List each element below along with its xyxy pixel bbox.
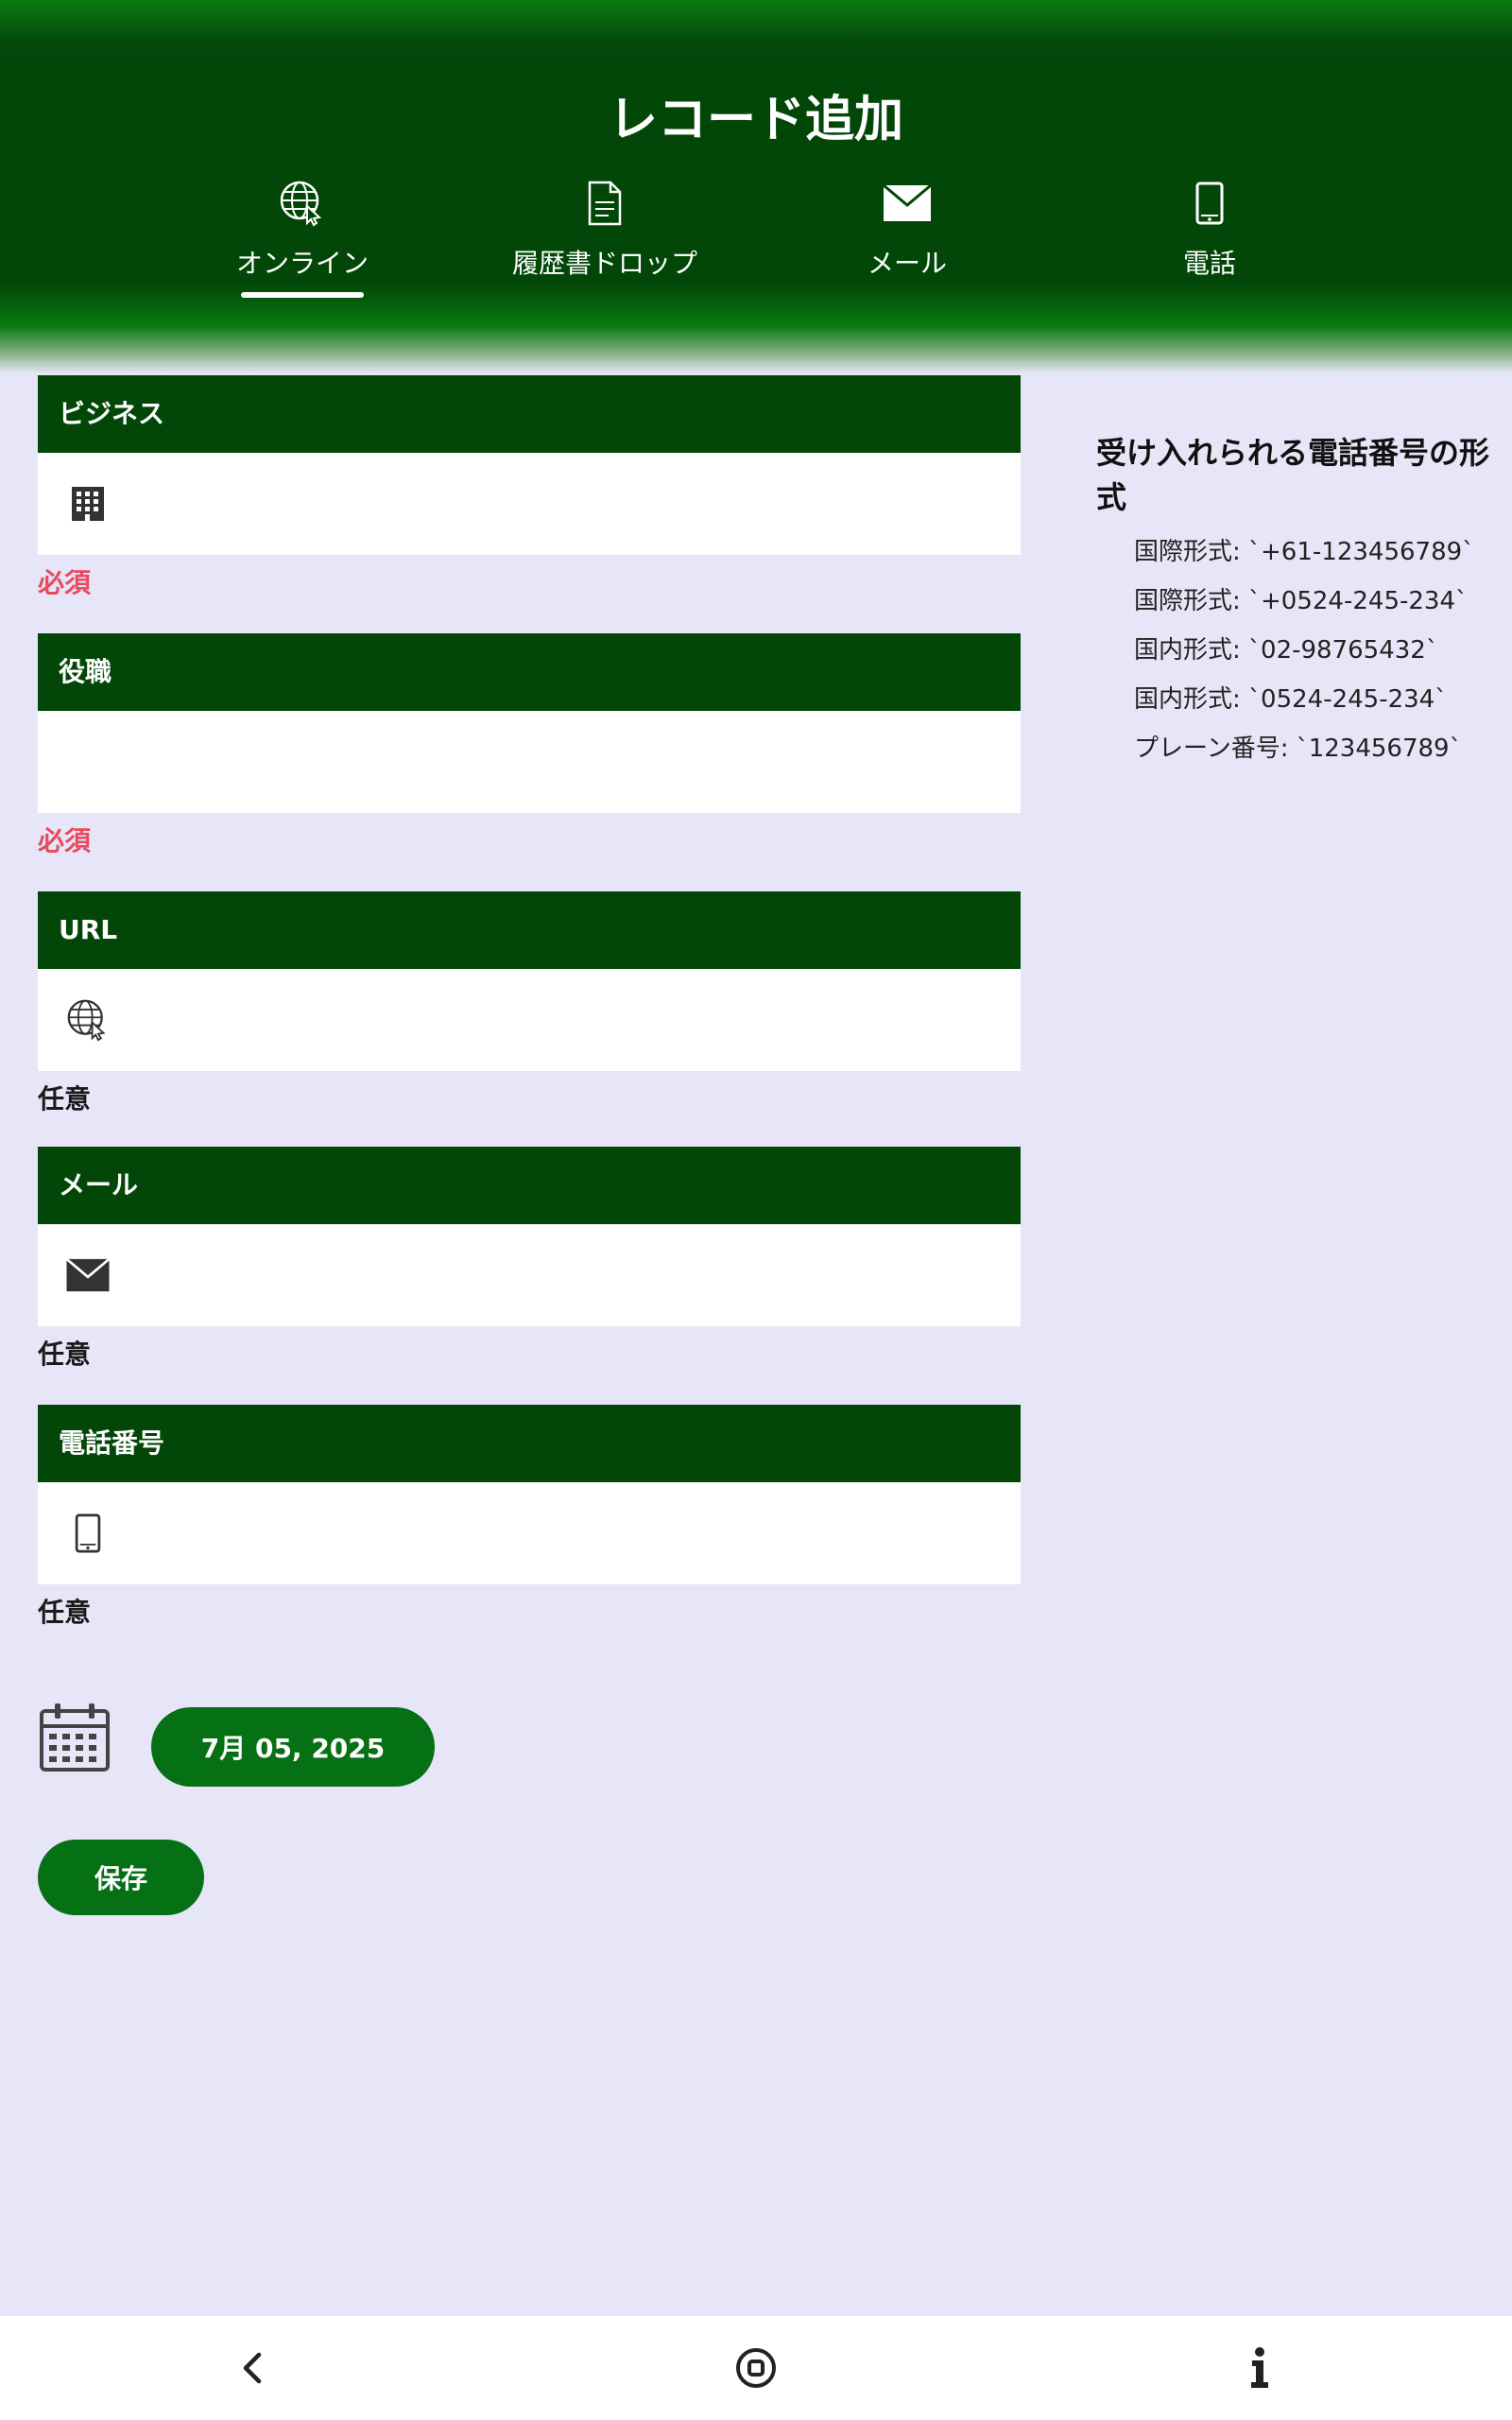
- nav-info-button[interactable]: [1227, 2335, 1293, 2401]
- email-input-box[interactable]: [38, 1224, 1021, 1328]
- business-field: ビジネス 必須: [38, 375, 1021, 600]
- smartphone-icon: [75, 1513, 101, 1553]
- active-tab-indicator: [241, 292, 364, 298]
- position-field: 役職 必須: [38, 633, 1021, 858]
- url-optional-note: 任意: [38, 1083, 92, 1115]
- phone-format-item: 国際形式: `+0524-245-234`: [1134, 587, 1468, 615]
- building-icon: [72, 487, 104, 521]
- tab-phone-label: 電話: [1182, 248, 1236, 279]
- tab-resume-drop[interactable]: 履歴書ドロップ: [482, 175, 728, 302]
- email-input[interactable]: [123, 1224, 1005, 1328]
- phone-formats-panel: 受け入れられる電話番号の形式 国際形式: `+61-123456789` 国際形…: [1096, 431, 1493, 773]
- phone-field: 電話番号 任意: [38, 1405, 1021, 1630]
- email-optional-note: 任意: [38, 1339, 92, 1370]
- tab-online-label: オンライン: [235, 248, 369, 279]
- url-field: URL 任意: [38, 891, 1021, 1116]
- phone-format-item: 国内形式: `02-98765432`: [1134, 636, 1438, 665]
- date-picker-button[interactable]: 7月 05, 2025: [151, 1707, 435, 1787]
- nav-back-button[interactable]: [219, 2335, 285, 2401]
- home-icon: [736, 2348, 776, 2388]
- phone-formats-list: 国際形式: `+61-123456789` 国際形式: `+0524-245-2…: [1096, 527, 1493, 773]
- position-required-note: 必須: [38, 825, 92, 856]
- calendar-icon: [40, 1703, 110, 1772]
- back-icon: [243, 2352, 262, 2384]
- phone-optional-note: 任意: [38, 1597, 92, 1628]
- phone-format-item: 国内形式: `0524-245-234`: [1134, 685, 1448, 714]
- smartphone-icon: [1195, 182, 1224, 225]
- phone-input[interactable]: [123, 1482, 1005, 1586]
- phone-input-box[interactable]: [38, 1482, 1021, 1586]
- business-input-box[interactable]: [38, 453, 1021, 557]
- tab-resume-drop-label: 履歴書ドロップ: [511, 248, 697, 279]
- tab-online[interactable]: オンライン: [180, 175, 425, 302]
- info-icon: [1251, 2347, 1268, 2388]
- business-required-note: 必須: [38, 567, 92, 598]
- email-field-label: メール: [38, 1147, 1021, 1224]
- globe-cursor-icon: [67, 999, 106, 1042]
- tab-email[interactable]: メール: [784, 175, 1030, 302]
- url-field-label: URL: [38, 891, 1021, 969]
- nav-home-button[interactable]: [723, 2335, 789, 2401]
- tab-email-label: メール: [867, 248, 947, 279]
- url-input-box[interactable]: [38, 969, 1021, 1073]
- phone-format-item: 国際形式: `+61-123456789`: [1134, 538, 1475, 566]
- tab-phone[interactable]: 電話: [1087, 175, 1332, 302]
- system-nav-bar: [0, 2316, 1512, 2420]
- phone-format-item: プレーン番号: `123456789`: [1134, 735, 1462, 763]
- url-input[interactable]: [123, 969, 1005, 1073]
- email-field: メール 任意: [38, 1147, 1021, 1372]
- globe-cursor-icon: [280, 181, 322, 227]
- document-icon: [588, 181, 622, 226]
- phone-field-label: 電話番号: [38, 1405, 1021, 1482]
- app-header: レコード追加 オンライン 履歴書ドロップ メール 電話: [0, 0, 1512, 373]
- envelope-icon: [65, 1258, 111, 1292]
- position-input-box[interactable]: [38, 711, 1021, 815]
- position-field-label: 役職: [38, 633, 1021, 711]
- page-title: レコード追加: [608, 92, 903, 148]
- save-button[interactable]: 保存: [38, 1840, 204, 1915]
- position-input[interactable]: [59, 711, 1005, 815]
- calendar-icon-button[interactable]: [38, 1700, 112, 1773]
- phone-formats-title: 受け入れられる電話番号の形式: [1096, 435, 1490, 515]
- envelope-icon: [883, 184, 932, 221]
- business-input[interactable]: [123, 453, 1005, 557]
- business-field-label: ビジネス: [38, 375, 1021, 453]
